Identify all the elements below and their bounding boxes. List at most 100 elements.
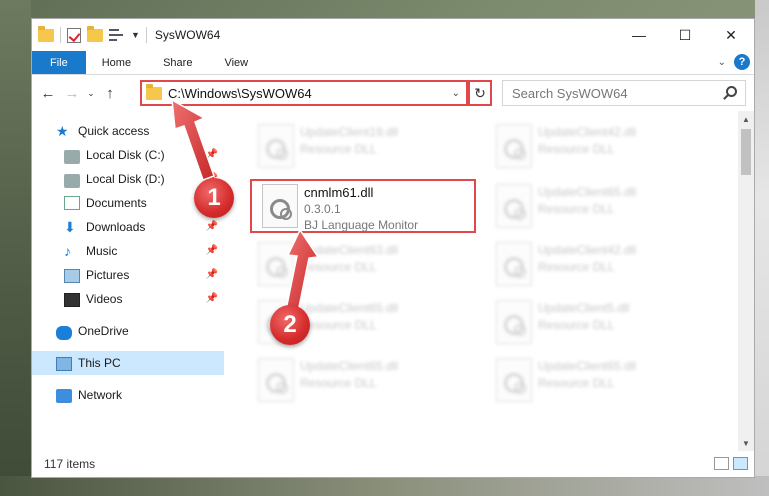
dll-file-icon <box>496 124 532 168</box>
status-bar: 117 items <box>32 451 754 477</box>
customize-list-icon[interactable] <box>109 28 125 42</box>
address-dropdown-icon[interactable]: ⌄ <box>452 88 460 99</box>
file-item[interactable]: UpdateClient5.dll Resource DLL <box>486 297 712 351</box>
file-item[interactable]: UpdateClient42.dll Resource DLL <box>486 121 712 175</box>
file-name: cnmlm61.dll <box>304 185 374 200</box>
address-folder-icon <box>146 83 162 100</box>
address-path[interactable]: C:\Windows\SysWOW64 <box>168 86 312 101</box>
customize-toolbar-caret-icon[interactable]: ▼ <box>131 30 140 40</box>
sidebar-item-videos[interactable]: Videos 📌 <box>32 287 224 311</box>
desktop-background-bottom <box>0 476 769 496</box>
details-view-icon[interactable] <box>714 457 729 470</box>
file-name: UpdateClient63.dll <box>300 243 399 257</box>
pin-icon[interactable]: 📌 <box>206 149 218 160</box>
sidebar-item-this-pc[interactable]: This PC <box>32 351 224 375</box>
file-name: UpdateClient65.dll <box>538 185 637 199</box>
scroll-thumb[interactable] <box>741 129 751 175</box>
sidebar-item-local-disk-d[interactable]: Local Disk (D:) 📌 <box>32 167 224 191</box>
download-arrow-icon: ⬇ <box>64 219 76 235</box>
step-1-badge: 1 <box>194 178 234 218</box>
refresh-button[interactable]: ↻ <box>468 80 492 106</box>
vertical-scrollbar[interactable]: ▲ ▼ <box>738 111 754 451</box>
expand-ribbon-chevron-icon[interactable]: ⌄ <box>718 57 726 68</box>
sidebar-item-local-disk-c[interactable]: Local Disk (C:) 📌 <box>32 143 224 167</box>
pin-icon[interactable]: 📌 <box>206 269 218 280</box>
file-name: UpdateClient19.dll <box>300 125 399 139</box>
file-name: UpdateClient65.dll <box>300 301 399 315</box>
file-item[interactable]: UpdateClient65.dll Resource DLL <box>248 355 474 409</box>
music-note-icon: ♪ <box>64 243 71 259</box>
desktop-background-left <box>0 0 31 496</box>
dll-file-icon <box>496 242 532 286</box>
properties-check-icon[interactable] <box>67 27 81 43</box>
large-icons-view-icon[interactable] <box>733 457 748 470</box>
search-input[interactable]: Search SysWOW64 <box>512 86 628 101</box>
sidebar-item-downloads[interactable]: ⬇ Downloads 📌 <box>32 215 224 239</box>
close-button[interactable]: ✕ <box>708 19 754 51</box>
pin-icon[interactable]: 📌 <box>206 293 218 304</box>
sidebar-item-label: Downloads <box>86 220 146 234</box>
dll-file-icon <box>262 184 298 228</box>
sidebar-item-quick-access[interactable]: ★ Quick access <box>32 119 224 143</box>
navigation-pane: ★ Quick access Local Disk (C:) 📌 Local D… <box>32 111 224 451</box>
dll-file-icon <box>496 184 532 228</box>
dll-file-icon <box>496 358 532 402</box>
up-button[interactable]: ↑ <box>98 85 122 102</box>
help-icon[interactable]: ? <box>734 54 750 70</box>
file-item[interactable]: UpdateClient63.dll Resource DLL <box>248 239 474 293</box>
pin-icon[interactable]: 📌 <box>206 245 218 256</box>
file-description: Resource DLL <box>300 260 377 274</box>
sidebar-item-label: Music <box>86 244 118 258</box>
sidebar-item-label: Network <box>78 388 123 402</box>
file-item[interactable]: UpdateClient65.dll Resource DLL <box>486 355 712 409</box>
dll-file-icon <box>258 242 294 286</box>
file-name: UpdateClient65.dll <box>538 359 637 373</box>
toolbar-divider <box>145 27 147 43</box>
toolbar-divider <box>60 27 61 43</box>
scroll-down-icon[interactable]: ▼ <box>738 435 754 451</box>
file-item[interactable]: UpdateClient19.dll Resource DLL <box>248 121 474 175</box>
sidebar-item-label: This PC <box>78 356 121 370</box>
file-description: Resource DLL <box>300 318 377 332</box>
file-name: UpdateClient42.dll <box>538 125 637 139</box>
tab-view[interactable]: View <box>208 51 264 74</box>
back-button[interactable]: ← <box>36 85 60 102</box>
file-item-cnmlm61[interactable]: cnmlm61.dll 0.3.0.1 BJ Language Monitor <box>250 179 476 233</box>
videos-icon <box>64 292 80 307</box>
pin-icon[interactable]: 📌 <box>206 221 218 232</box>
item-count: 117 items <box>44 457 96 471</box>
sidebar-item-music[interactable]: ♪ Music 📌 <box>32 239 224 263</box>
tab-home[interactable]: Home <box>86 51 147 74</box>
new-folder-icon[interactable] <box>87 25 103 42</box>
computer-icon <box>56 356 72 371</box>
maximize-button[interactable]: ☐ <box>662 19 708 51</box>
file-description: BJ Language Monitor <box>304 218 419 232</box>
address-bar[interactable]: C:\Windows\SysWOW64 ⌄ <box>140 80 468 106</box>
view-switcher <box>714 457 748 470</box>
tab-file[interactable]: File <box>32 51 86 74</box>
file-item[interactable]: UpdateClient65.dll Resource DLL <box>486 181 712 235</box>
file-description: Resource DLL <box>300 376 377 390</box>
file-item[interactable]: UpdateClient42.dll Resource DLL <box>486 239 712 293</box>
window-controls: — ☐ ✕ <box>616 19 754 51</box>
sidebar-item-onedrive[interactable]: OneDrive <box>32 319 224 343</box>
tab-share[interactable]: Share <box>147 51 208 74</box>
file-name: UpdateClient65.dll <box>300 359 399 373</box>
file-version: 0.3.0.1 <box>304 202 341 216</box>
sidebar-item-label: Quick access <box>78 124 150 138</box>
sidebar-item-pictures[interactable]: Pictures 📌 <box>32 263 224 287</box>
sidebar-item-label: Videos <box>86 292 123 306</box>
cloud-icon <box>56 325 72 340</box>
search-box[interactable]: Search SysWOW64 <box>502 80 746 106</box>
scroll-up-icon[interactable]: ▲ <box>738 111 754 127</box>
file-name: UpdateClient42.dll <box>538 243 637 257</box>
sidebar-item-network[interactable]: Network <box>32 383 224 407</box>
forward-button[interactable]: → <box>60 85 84 102</box>
search-icon[interactable] <box>726 86 737 97</box>
ribbon-tabs: File Home Share View ⌄ ? <box>32 51 754 75</box>
file-description: Resource DLL <box>538 376 615 390</box>
minimize-button[interactable]: — <box>616 19 662 51</box>
drive-icon <box>64 173 80 188</box>
file-description: Resource DLL <box>538 260 615 274</box>
recent-locations-button[interactable]: ⌄ <box>84 88 98 99</box>
